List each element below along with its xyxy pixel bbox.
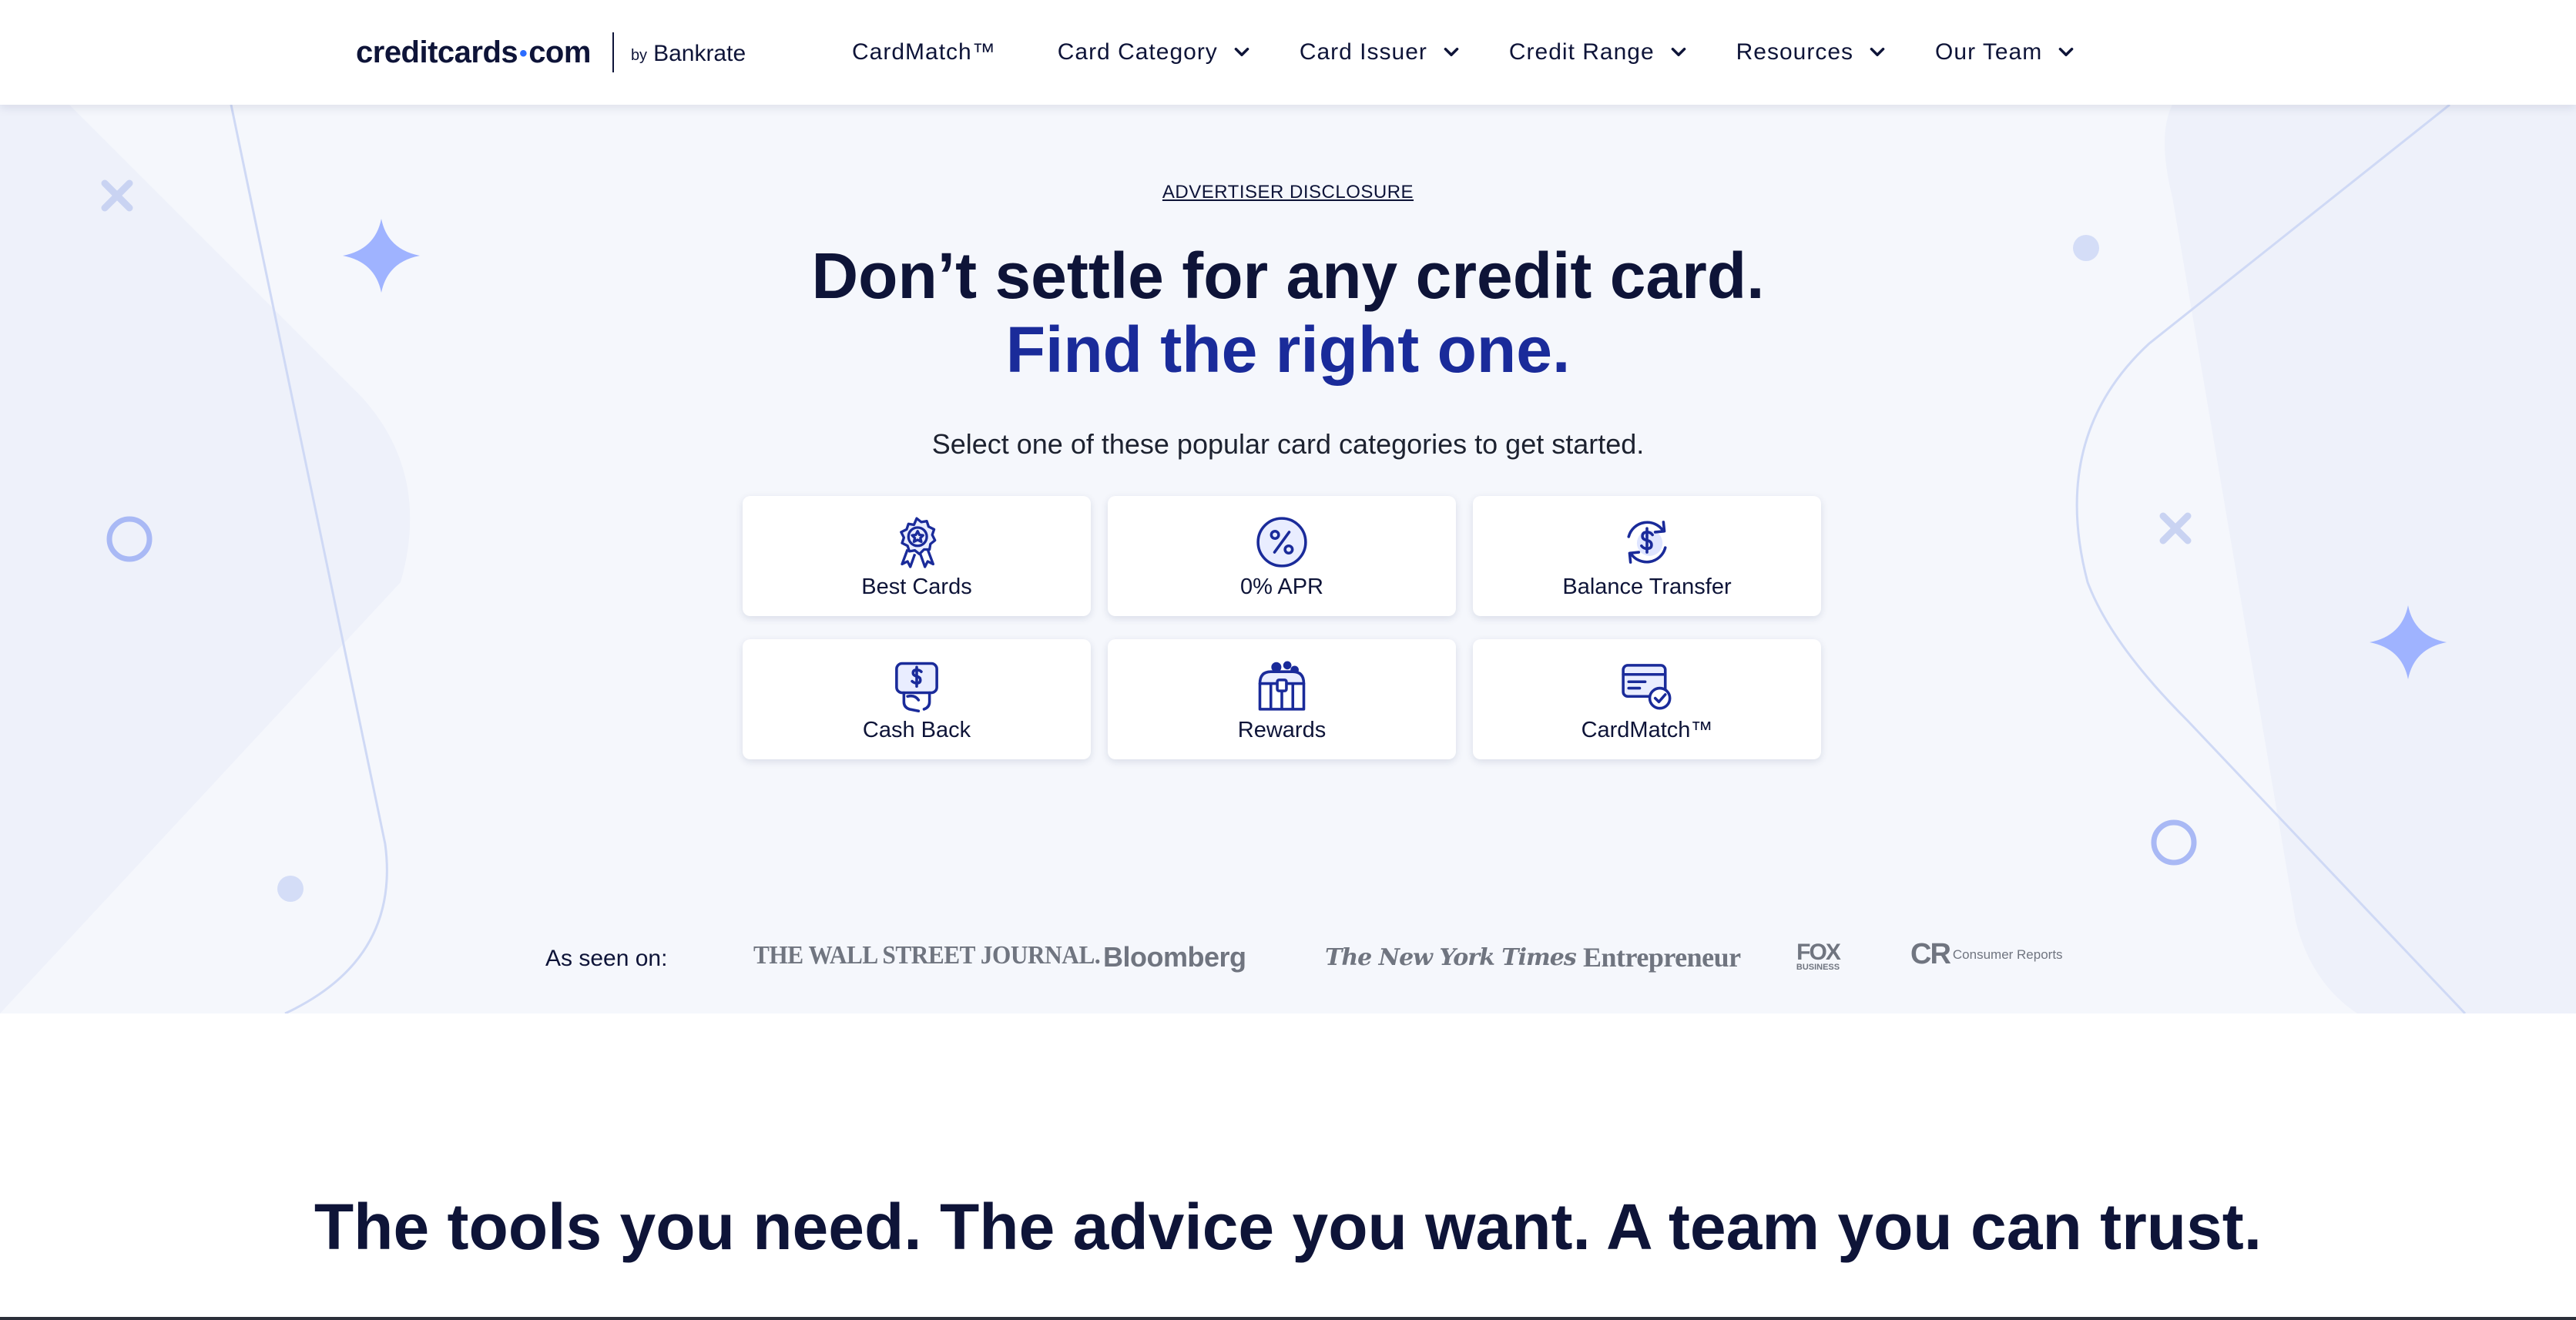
chevron-down-icon (1870, 47, 1885, 56)
chevron-down-icon (2058, 47, 2074, 56)
card-check-icon (1622, 663, 1672, 709)
cr-mark: CR (1910, 938, 1951, 970)
logo-wordmark: creditcards•com (356, 35, 591, 69)
svg-text:FOX: FOX (1796, 940, 1841, 965)
category-label: Best Cards (861, 574, 972, 599)
fox-business-logo: FOX BUSINESS (1796, 940, 1843, 972)
logo-divider (612, 32, 614, 72)
nav-label: Our Team (1935, 39, 2043, 65)
nav-label: CardMatch™ (852, 39, 996, 65)
entrepreneur-logo: Entrepreneur (1583, 942, 1741, 973)
nav-cardmatch[interactable]: CardMatch™ (852, 39, 996, 65)
category-label: CardMatch™ (1581, 717, 1713, 742)
category-card-cardmatch[interactable]: CardMatch™ (1473, 639, 1821, 759)
main-nav: CardMatch™ Card Category Card Issuer Cre… (852, 0, 2076, 105)
nav-credit-range[interactable]: Credit Range (1509, 39, 1689, 65)
svg-text:BUSINESS: BUSINESS (1796, 963, 1840, 972)
percent-circle-icon (1256, 516, 1307, 568)
site-logo[interactable]: creditcards•com by Bankrate (356, 29, 746, 75)
headline-line-2: Find the right one. (1005, 313, 1571, 386)
category-card-best-cards[interactable]: Best Cards (743, 496, 1091, 616)
category-label: Cash Back (862, 717, 971, 742)
nyt-logo: The New York Times (1325, 944, 1577, 971)
nav-label: Resources (1736, 39, 1854, 65)
category-card-balance-transfer[interactable]: Balance Transfer (1473, 496, 1821, 616)
nav-label: Credit Range (1508, 39, 1655, 65)
award-ribbon-icon (900, 516, 937, 568)
hero-section: ADVERTISER DISCLOSURE Don’t settle for a… (0, 105, 2576, 1013)
nav-card-issuer[interactable]: Card Issuer (1300, 39, 1461, 65)
nav-our-team[interactable]: Our Team (1935, 39, 2076, 65)
logo-by: by (630, 46, 648, 64)
category-card-zero-apr[interactable]: 0% APR (1108, 496, 1456, 616)
nav-card-category[interactable]: Card Category (1058, 39, 1252, 65)
chevron-down-icon (1671, 47, 1685, 56)
cash-hand-icon (895, 662, 938, 712)
treasure-chest-icon (1258, 661, 1306, 711)
as-seen-on-label: As seen on: (545, 946, 668, 971)
hero-subtitle: Select one of these popular card categor… (931, 428, 1645, 460)
advertiser-disclosure-link[interactable]: ADVERTISER DISCLOSURE (0, 182, 2576, 203)
nav-label: Card Category (1057, 39, 1218, 65)
cr-name: Consumer Reports (1952, 946, 2063, 962)
dollar-refresh-icon (1627, 520, 1667, 564)
consumer-reports-logo: CR Consumer Reports (1910, 938, 2063, 971)
as-seen-on-bar: As seen on: THE WALL STREET JOURNAL. Blo… (0, 936, 2576, 983)
viewport-bottom-edge (0, 1317, 2576, 1320)
category-card-rewards[interactable]: Rewards (1108, 639, 1456, 759)
section-title-tools: The tools you need. The advice you want.… (314, 1191, 2262, 1263)
nav-resources[interactable]: Resources (1736, 39, 1887, 65)
category-label: 0% APR (1240, 574, 1323, 599)
category-label: Rewards (1237, 717, 1327, 742)
hero-headline: Don’t settle for any credit card. Find t… (0, 239, 2576, 387)
bloomberg-logo: Bloomberg (1103, 941, 1246, 973)
chevron-down-icon (1444, 47, 1459, 56)
logo-partner: Bankrate (653, 41, 746, 66)
nav-label: Card Issuer (1299, 39, 1427, 65)
headline-line-1: Don’t settle for any credit card. (811, 240, 1765, 312)
category-label: Balance Transfer (1562, 574, 1732, 599)
category-card-cash-back[interactable]: Cash Back (743, 639, 1091, 759)
wsj-logo: THE WALL STREET JOURNAL. (753, 941, 1101, 970)
chevron-down-icon (1234, 47, 1249, 56)
site-header: creditcards•com by Bankrate CardMatch™ C… (0, 0, 2576, 105)
